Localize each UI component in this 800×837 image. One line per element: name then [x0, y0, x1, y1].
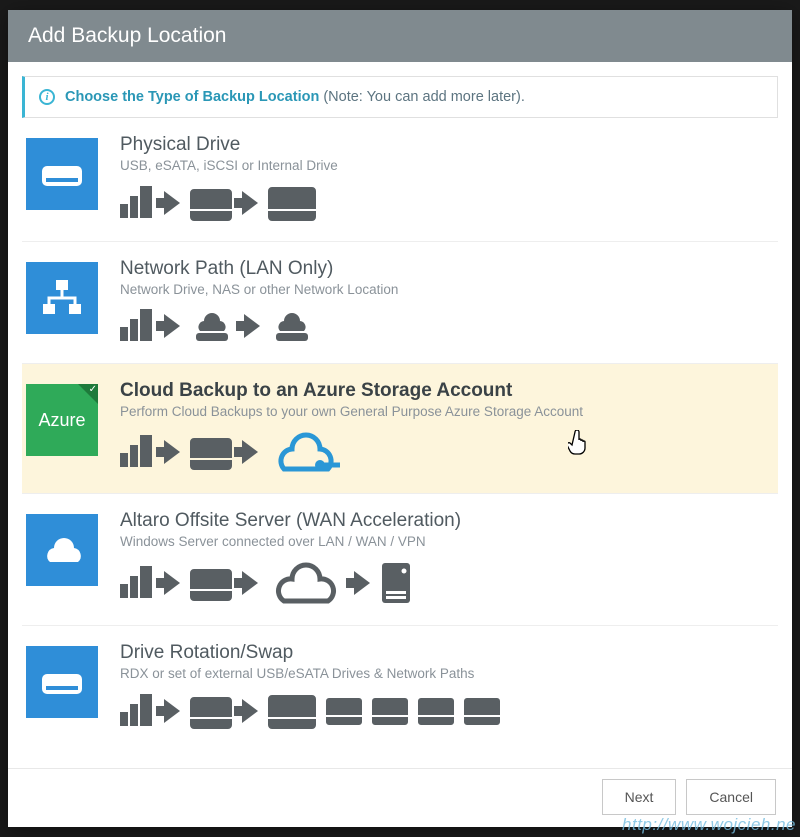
arrow-icon [242, 571, 258, 595]
servers-icon [120, 186, 154, 220]
option-title: Network Path (LAN Only) [120, 258, 768, 280]
disk-icon-large [268, 183, 316, 223]
tile-icon-azure: Azure [26, 384, 98, 456]
option-subtitle: Windows Server connected over LAN / WAN … [120, 534, 768, 549]
option-network-path[interactable]: Network Path (LAN Only) Network Drive, N… [22, 242, 778, 364]
option-cloud-azure[interactable]: Azure Cloud Backup to an Azure Storage A… [22, 364, 778, 494]
arrow-icon [354, 571, 370, 595]
checkmark-icon [78, 384, 98, 404]
option-subtitle: USB, eSATA, iSCSI or Internal Drive [120, 158, 768, 173]
servers-icon [120, 566, 154, 600]
disk-icon [190, 185, 232, 221]
arrow-icon [164, 440, 180, 464]
option-subtitle: Perform Cloud Backups to your own Genera… [120, 404, 768, 419]
arrow-icon [242, 191, 258, 215]
arrow-icon [242, 699, 258, 723]
info-text-note: (Note: You can add more later). [323, 89, 525, 105]
info-icon: i [39, 89, 55, 105]
option-drive-rotation[interactable]: Drive Rotation/Swap RDX or set of extern… [22, 626, 778, 749]
flow-diagram [120, 183, 768, 223]
servers-icon [120, 309, 154, 343]
option-physical-drive[interactable]: Physical Drive USB, eSATA, iSCSI or Inte… [22, 118, 778, 242]
cloud-outline-icon [268, 559, 344, 607]
disk-icon [190, 693, 232, 729]
servers-icon [120, 694, 154, 728]
dialog-title: Add Backup Location [8, 10, 792, 62]
flow-diagram [120, 429, 768, 475]
tile-label: Azure [38, 410, 85, 431]
disk-icon-large [268, 691, 316, 731]
tile-icon-network [26, 262, 98, 334]
server-tower-icon [380, 561, 414, 605]
cloud-disk-icon [190, 307, 234, 345]
arrow-icon [164, 191, 180, 215]
info-text-strong: Choose the Type of Backup Location [65, 89, 319, 105]
watermark-text: http://www.wojcieh.ne [622, 815, 796, 835]
tile-icon-drive [26, 138, 98, 210]
option-subtitle: RDX or set of external USB/eSATA Drives … [120, 666, 768, 681]
option-title: Cloud Backup to an Azure Storage Account [120, 380, 768, 402]
cloud-outline-icon [268, 429, 344, 475]
arrow-icon [164, 699, 180, 723]
drive-icon [40, 664, 84, 700]
disk-icon-small [372, 695, 408, 727]
disk-icon-small [464, 695, 500, 727]
disk-icon [190, 565, 232, 601]
servers-icon [120, 435, 154, 469]
option-title: Physical Drive [120, 134, 768, 156]
next-button[interactable]: Next [602, 779, 677, 815]
option-offsite-server[interactable]: Altaro Offsite Server (WAN Acceleration)… [22, 494, 778, 626]
arrow-icon [242, 440, 258, 464]
cancel-button[interactable]: Cancel [686, 779, 776, 815]
disk-icon [190, 434, 232, 470]
flow-diagram [120, 307, 768, 345]
option-subtitle: Network Drive, NAS or other Network Loca… [120, 282, 768, 297]
info-banner: i Choose the Type of Backup Location (No… [22, 76, 778, 118]
option-list: Physical Drive USB, eSATA, iSCSI or Inte… [8, 118, 792, 768]
arrow-icon [164, 314, 180, 338]
option-title: Drive Rotation/Swap [120, 642, 768, 664]
disk-icon-small [418, 695, 454, 727]
arrow-icon [164, 571, 180, 595]
arrow-icon [244, 314, 260, 338]
network-icon [39, 278, 85, 318]
tile-icon-cloud [26, 514, 98, 586]
drive-icon [40, 156, 84, 192]
cloud-icon [38, 534, 86, 566]
disk-icon-small [326, 695, 362, 727]
dialog-add-backup-location: Add Backup Location i Choose the Type of… [8, 10, 792, 827]
option-title: Altaro Offsite Server (WAN Acceleration) [120, 510, 768, 532]
flow-diagram [120, 559, 768, 607]
tile-icon-drive [26, 646, 98, 718]
flow-diagram [120, 691, 768, 731]
cloud-disk-icon [270, 307, 314, 345]
